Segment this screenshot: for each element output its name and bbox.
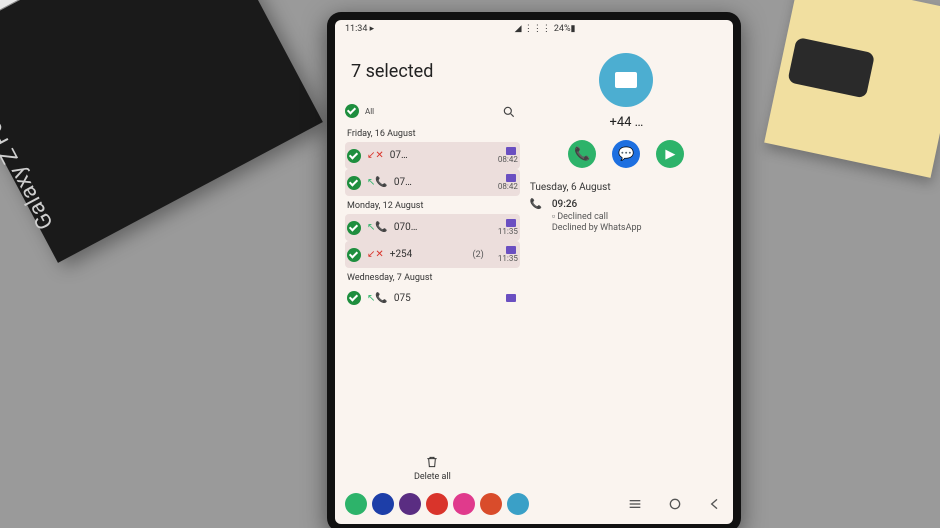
dock-app-6[interactable]	[507, 493, 529, 515]
call-direction-icon: ↙✕	[367, 249, 384, 260]
call-direction-icon: ↖📞	[367, 177, 388, 188]
tablet-device: 11:34 ▸ ◢ ⋮⋮⋮ 24%▮ 7 selected All	[327, 12, 741, 528]
delete-all-label: Delete all	[414, 472, 451, 482]
select-all-checkbox[interactable]	[345, 104, 359, 118]
status-bar: 11:34 ▸ ◢ ⋮⋮⋮ 24%▮	[335, 20, 733, 37]
history-time: 09:26	[552, 199, 642, 210]
sim-icon	[506, 174, 516, 182]
entry-count: (2)	[473, 250, 484, 260]
product-box: Galaxy Z Fold6	[0, 0, 323, 263]
sim-icon	[506, 294, 516, 302]
search-icon[interactable]	[502, 104, 516, 118]
history-entry: 📞 09:26▫ Declined callDeclined by WhatsAp…	[528, 199, 725, 233]
video-call-button[interactable]: ▶	[656, 140, 684, 168]
entry-checkbox[interactable]	[347, 291, 361, 305]
date-header: Wednesday, 7 August	[347, 273, 520, 283]
dock-app-2[interactable]	[399, 493, 421, 515]
call-direction-icon: ↙✕	[367, 150, 384, 161]
entry-number: +254	[390, 249, 467, 260]
history-date: Tuesday, 6 August	[530, 182, 723, 193]
status-battery: 24%▮	[554, 24, 576, 34]
call-log-entry[interactable]: ↖📞 075	[345, 286, 520, 310]
call-log-entry[interactable]: ↖📞 070… 11:35	[345, 214, 520, 241]
wooden-clamp-prop	[764, 0, 940, 178]
app-dock	[335, 484, 733, 524]
product-box-text: Galaxy Z Fold6	[0, 88, 59, 233]
date-header: Monday, 12 August	[347, 201, 520, 211]
entry-number: 07…	[394, 177, 478, 188]
delete-all-button[interactable]: Delete all	[345, 450, 520, 484]
nav-recents-button[interactable]	[627, 496, 643, 512]
entry-checkbox[interactable]	[347, 248, 361, 262]
status-signal-icon: ◢ ⋮⋮⋮	[515, 24, 551, 34]
entry-number: 075	[394, 293, 478, 304]
call-log-entry[interactable]: ↙✕ 07… 08:42	[345, 142, 520, 169]
history-line: Declined by WhatsApp	[552, 223, 642, 233]
entry-time: 08:42	[490, 155, 518, 164]
entry-checkbox[interactable]	[347, 176, 361, 190]
dock-app-5[interactable]	[480, 493, 502, 515]
call-log-entry[interactable]: ↖📞 07… 08:42	[345, 169, 520, 196]
sim-icon	[506, 147, 516, 155]
contact-number: +44 …	[528, 115, 725, 130]
sim-icon	[506, 219, 516, 227]
entry-number: 070…	[394, 222, 478, 233]
sim-icon	[506, 246, 516, 254]
dock-app-0[interactable]	[345, 493, 367, 515]
whatsapp-call-icon: 📞	[528, 199, 544, 233]
entry-time: 11:35	[490, 254, 518, 263]
page-title: 7 selected	[351, 61, 520, 82]
envelope-icon	[615, 72, 637, 88]
nav-back-button[interactable]	[707, 496, 723, 512]
entry-checkbox[interactable]	[347, 221, 361, 235]
history-line: ▫ Declined call	[552, 211, 642, 222]
dock-app-1[interactable]	[372, 493, 394, 515]
status-time: 11:34 ▸	[345, 24, 374, 34]
call-log-entry[interactable]: ↙✕ +254 (2) 11:35	[345, 241, 520, 268]
trash-icon	[424, 454, 440, 470]
dock-app-3[interactable]	[426, 493, 448, 515]
entry-time: 11:35	[490, 227, 518, 236]
entry-time: 08:42	[490, 182, 518, 191]
call-direction-icon: ↖📞	[367, 222, 388, 233]
nav-home-button[interactable]	[667, 496, 683, 512]
select-all-label: All	[365, 107, 374, 116]
entry-number: 07…	[390, 150, 478, 161]
barcode-label	[0, 0, 144, 29]
call-direction-icon: ↖📞	[367, 293, 388, 304]
entry-checkbox[interactable]	[347, 149, 361, 163]
dock-app-4[interactable]	[453, 493, 475, 515]
message-button[interactable]: 💬	[612, 140, 640, 168]
date-header: Friday, 16 August	[347, 129, 520, 139]
call-button[interactable]: 📞	[568, 140, 596, 168]
contact-avatar[interactable]	[599, 53, 653, 107]
